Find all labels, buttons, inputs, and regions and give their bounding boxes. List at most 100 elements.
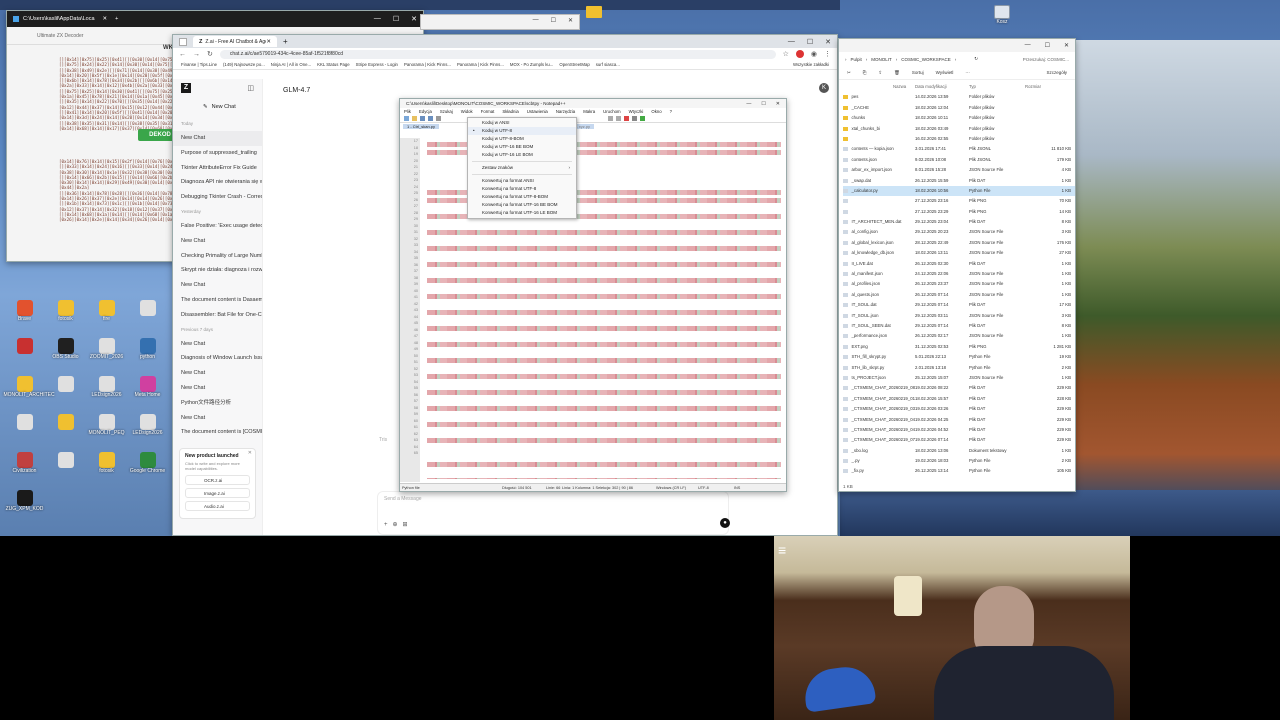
desktop-shortcut[interactable] bbox=[45, 452, 86, 490]
view-button[interactable]: Wyświetl bbox=[936, 70, 954, 75]
new-file-icon[interactable] bbox=[404, 116, 409, 121]
file-row[interactable]: contents.json 9.02.2026 10:08 Plik JSONL 17… bbox=[843, 155, 1075, 165]
file-row[interactable]: IT_ARCHITECT_MEN.dat 29.12.2025 23:04 Plik… bbox=[843, 217, 1075, 227]
file-row[interactable]: pes 14.02.2026 13:59 Folder plików bbox=[843, 92, 1075, 102]
tools-icon[interactable]: ⊞ bbox=[403, 521, 408, 528]
chat-history-item[interactable]: The document content is Dasaemi bbox=[173, 293, 262, 308]
globe-icon[interactable]: ⊕ bbox=[393, 521, 398, 528]
send-button[interactable]: ● bbox=[720, 518, 730, 528]
close-icon[interactable]: ✕ bbox=[825, 38, 831, 46]
bookmark-star-icon[interactable]: ☆ bbox=[783, 50, 789, 58]
desktop-shortcut[interactable]: ZOOMIT_2026 bbox=[86, 338, 127, 376]
encoding-menu-item[interactable]: Koduj w UTF-16 LE BOM bbox=[468, 151, 576, 159]
encoding-menu-item[interactable]: Konwertuj na format UTF-16 LE BOM bbox=[468, 209, 576, 217]
extension-icon[interactable] bbox=[795, 50, 804, 58]
recycle-bin-icon[interactable]: Kosz bbox=[990, 5, 1014, 25]
close-icon[interactable]: ✕ bbox=[568, 17, 573, 24]
encoding-menu-item[interactable]: Konwertuj na format ANSI bbox=[468, 177, 576, 185]
details-button[interactable]: Szczegóły bbox=[1046, 70, 1067, 75]
desktop-shortcut[interactable] bbox=[127, 300, 168, 338]
desktop-shortcut[interactable]: Brave bbox=[4, 300, 45, 338]
file-row[interactable]: _swap.dat 26.12.2025 15:59 Plik DAT 1 KB bbox=[843, 176, 1075, 186]
chat-history-item[interactable]: Python文件路径分析 bbox=[173, 396, 262, 411]
desktop-shortcut[interactable] bbox=[45, 414, 86, 452]
tab-close-icon[interactable]: ✕ bbox=[103, 16, 108, 22]
desktop-shortcut[interactable]: OBS Studio bbox=[45, 338, 86, 376]
encoding-menu-item[interactable]: Konwertuj na format UTF-8-BOM bbox=[468, 193, 576, 201]
desktop-shortcut[interactable]: MONOLIT_ARCHITEC bbox=[4, 376, 55, 414]
explorer-search[interactable]: Przeszukaj: COSMIC... bbox=[1023, 57, 1069, 62]
copy-icon[interactable]: ⎘ bbox=[863, 70, 867, 75]
encoding-menu-item[interactable]: Koduj w UTF-8-BOM bbox=[468, 135, 576, 143]
save-all-icon[interactable] bbox=[428, 116, 433, 121]
chat-history-item[interactable]: The document content is [COSMIS bbox=[173, 425, 262, 440]
desktop-shortcut[interactable]: fire bbox=[86, 300, 127, 338]
file-row[interactable]: al_manifest.json 24.12.2025 22:06 JSON Sou… bbox=[843, 269, 1075, 279]
file-row[interactable]: ts_PROJECT.json 25.12.2025 15:07 JSON Sour… bbox=[843, 373, 1075, 383]
maximize-icon[interactable]: ☐ bbox=[1045, 42, 1050, 49]
chat-history-item[interactable]: Skrypt nie działa: diagnoza i rozwią bbox=[173, 263, 262, 278]
model-selector[interactable]: GLM-4.7 bbox=[283, 87, 310, 94]
notepad-menu-item[interactable]: Składnia bbox=[502, 109, 518, 114]
play-macro-icon[interactable] bbox=[640, 116, 645, 121]
notepad-menu-item[interactable]: Wtyczki bbox=[629, 109, 644, 114]
close-icon[interactable]: ✕ bbox=[776, 101, 780, 107]
address-bar[interactable]: chat.z.ai/c/ae579019-434c-4cee-85af-1f52… bbox=[219, 49, 776, 59]
file-row[interactable]: al_profiles.json 26.12.2025 23:37 JSON Sou… bbox=[843, 279, 1075, 289]
maximize-icon[interactable]: ☐ bbox=[807, 38, 813, 46]
desktop-shortcut[interactable] bbox=[4, 414, 45, 452]
tab-close-icon[interactable]: ✕ bbox=[266, 39, 271, 45]
bookmark-item[interactable]: (149) Najnowsze po... bbox=[223, 62, 265, 67]
path-segment[interactable]: COSMIC_WORKSPACE bbox=[901, 57, 950, 62]
bookmark-item[interactable]: MOX - Po Zumpls ku... bbox=[510, 62, 553, 67]
chat-history-item[interactable]: Purpose of suppressed_trailing bbox=[173, 146, 262, 161]
chat-history-item[interactable]: False Positive: 'Exec usage detected bbox=[173, 219, 262, 234]
minimize-icon[interactable]: — bbox=[746, 101, 751, 107]
file-row[interactable]: _CTXMEM_CHAT_20260219_0822...19.02.2026 … bbox=[843, 383, 1075, 393]
share-icon[interactable]: ⇪ bbox=[878, 70, 882, 76]
desktop-shortcut[interactable]: Google Chrome bbox=[127, 452, 168, 490]
undo-icon[interactable] bbox=[608, 116, 613, 121]
notepad-menu-item[interactable]: Edycja bbox=[419, 109, 432, 114]
back-icon[interactable]: ← bbox=[179, 51, 186, 58]
bookmark-item[interactable]: Panorama | Kick Pinns... bbox=[404, 62, 451, 67]
file-row[interactable]: IT_SOUL.json 29.12.2025 03:11 JSON Source … bbox=[843, 311, 1075, 321]
minimize-icon[interactable]: — bbox=[1025, 42, 1031, 49]
close-file-icon[interactable] bbox=[436, 116, 441, 121]
bookmark-item[interactable]: Finanse | Tips.Line bbox=[181, 62, 217, 67]
file-tab[interactable]: 1 - Ctrl_skan.py bbox=[403, 124, 440, 129]
refresh-icon[interactable]: ↻ bbox=[974, 56, 978, 62]
path-segment[interactable]: Pulpit bbox=[851, 57, 862, 62]
close-icon[interactable]: ✕ bbox=[1064, 42, 1069, 49]
webcam-menu-icon[interactable]: ≡ bbox=[778, 542, 786, 558]
notepad-menu-item[interactable]: Plik bbox=[404, 109, 411, 114]
file-row[interactable]: chunks 18.02.2026 10:11 Folder plików bbox=[843, 113, 1075, 123]
bookmark-item[interactable]: Panorama | Kick Pinns... bbox=[457, 62, 504, 67]
chat-history-item[interactable]: Diagnosis of Window Launch Issue bbox=[173, 351, 262, 366]
file-row[interactable]: arbor_ex_import.json 8.01.2026 15:28 JSON … bbox=[843, 165, 1075, 175]
file-row[interactable]: al_global_lexicon.json 28.12.2025 22:49 JS… bbox=[843, 238, 1075, 248]
record-macro-icon[interactable] bbox=[624, 116, 629, 121]
notepad-menu-item[interactable]: ? bbox=[670, 109, 672, 114]
file-row[interactable]: al_knowledge_db.json 18.02.2026 13:11 JSON… bbox=[843, 248, 1075, 258]
profile-icon[interactable]: ◉ bbox=[811, 50, 817, 58]
desktop-shortcut[interactable]: ZUG_XPM_KOD bbox=[4, 490, 45, 528]
chat-history-item[interactable]: Diagnoza API nie otwierania się w 1 bbox=[173, 175, 262, 190]
file-row[interactable]: _CTXMEM_CHAT_20260219_0137...18.02.2026 … bbox=[843, 394, 1075, 404]
menu-dots-icon[interactable]: ⋮ bbox=[824, 50, 831, 58]
encoding-menu-item[interactable]: • Koduj w UTF-8 bbox=[468, 127, 576, 135]
encoding-menu-item[interactable]: Konwertuj na format UTF-16 BE BOM bbox=[468, 201, 576, 209]
chat-history-item[interactable]: New Chat bbox=[173, 366, 262, 381]
desktop-shortcut[interactable]: Civilization bbox=[4, 452, 45, 490]
file-row[interactable]: _CTXMEM_CHAT_20260219_0452...19.02.2026 … bbox=[843, 425, 1075, 435]
notepad-menu-item[interactable]: Widok bbox=[461, 109, 473, 114]
new-chat-button[interactable]: ✎ New Chat bbox=[173, 97, 262, 117]
file-row[interactable]: xtal_chunks_bi 18.02.2026 03:49 Folder pli… bbox=[843, 124, 1075, 134]
col-type[interactable]: Typ bbox=[969, 82, 1025, 92]
notepad-menu-item[interactable]: Format bbox=[481, 109, 495, 114]
notepad-menu-item[interactable]: Szukaj bbox=[440, 109, 453, 114]
delete-icon[interactable]: 🗑 bbox=[894, 70, 900, 76]
file-row[interactable]: _sbo.log 18.02.2026 13:06 Dokument tekstow… bbox=[843, 446, 1075, 456]
bookmark-item[interactable]: Stripe Express - Login bbox=[356, 62, 398, 67]
maximize-icon[interactable]: ☐ bbox=[761, 101, 765, 107]
